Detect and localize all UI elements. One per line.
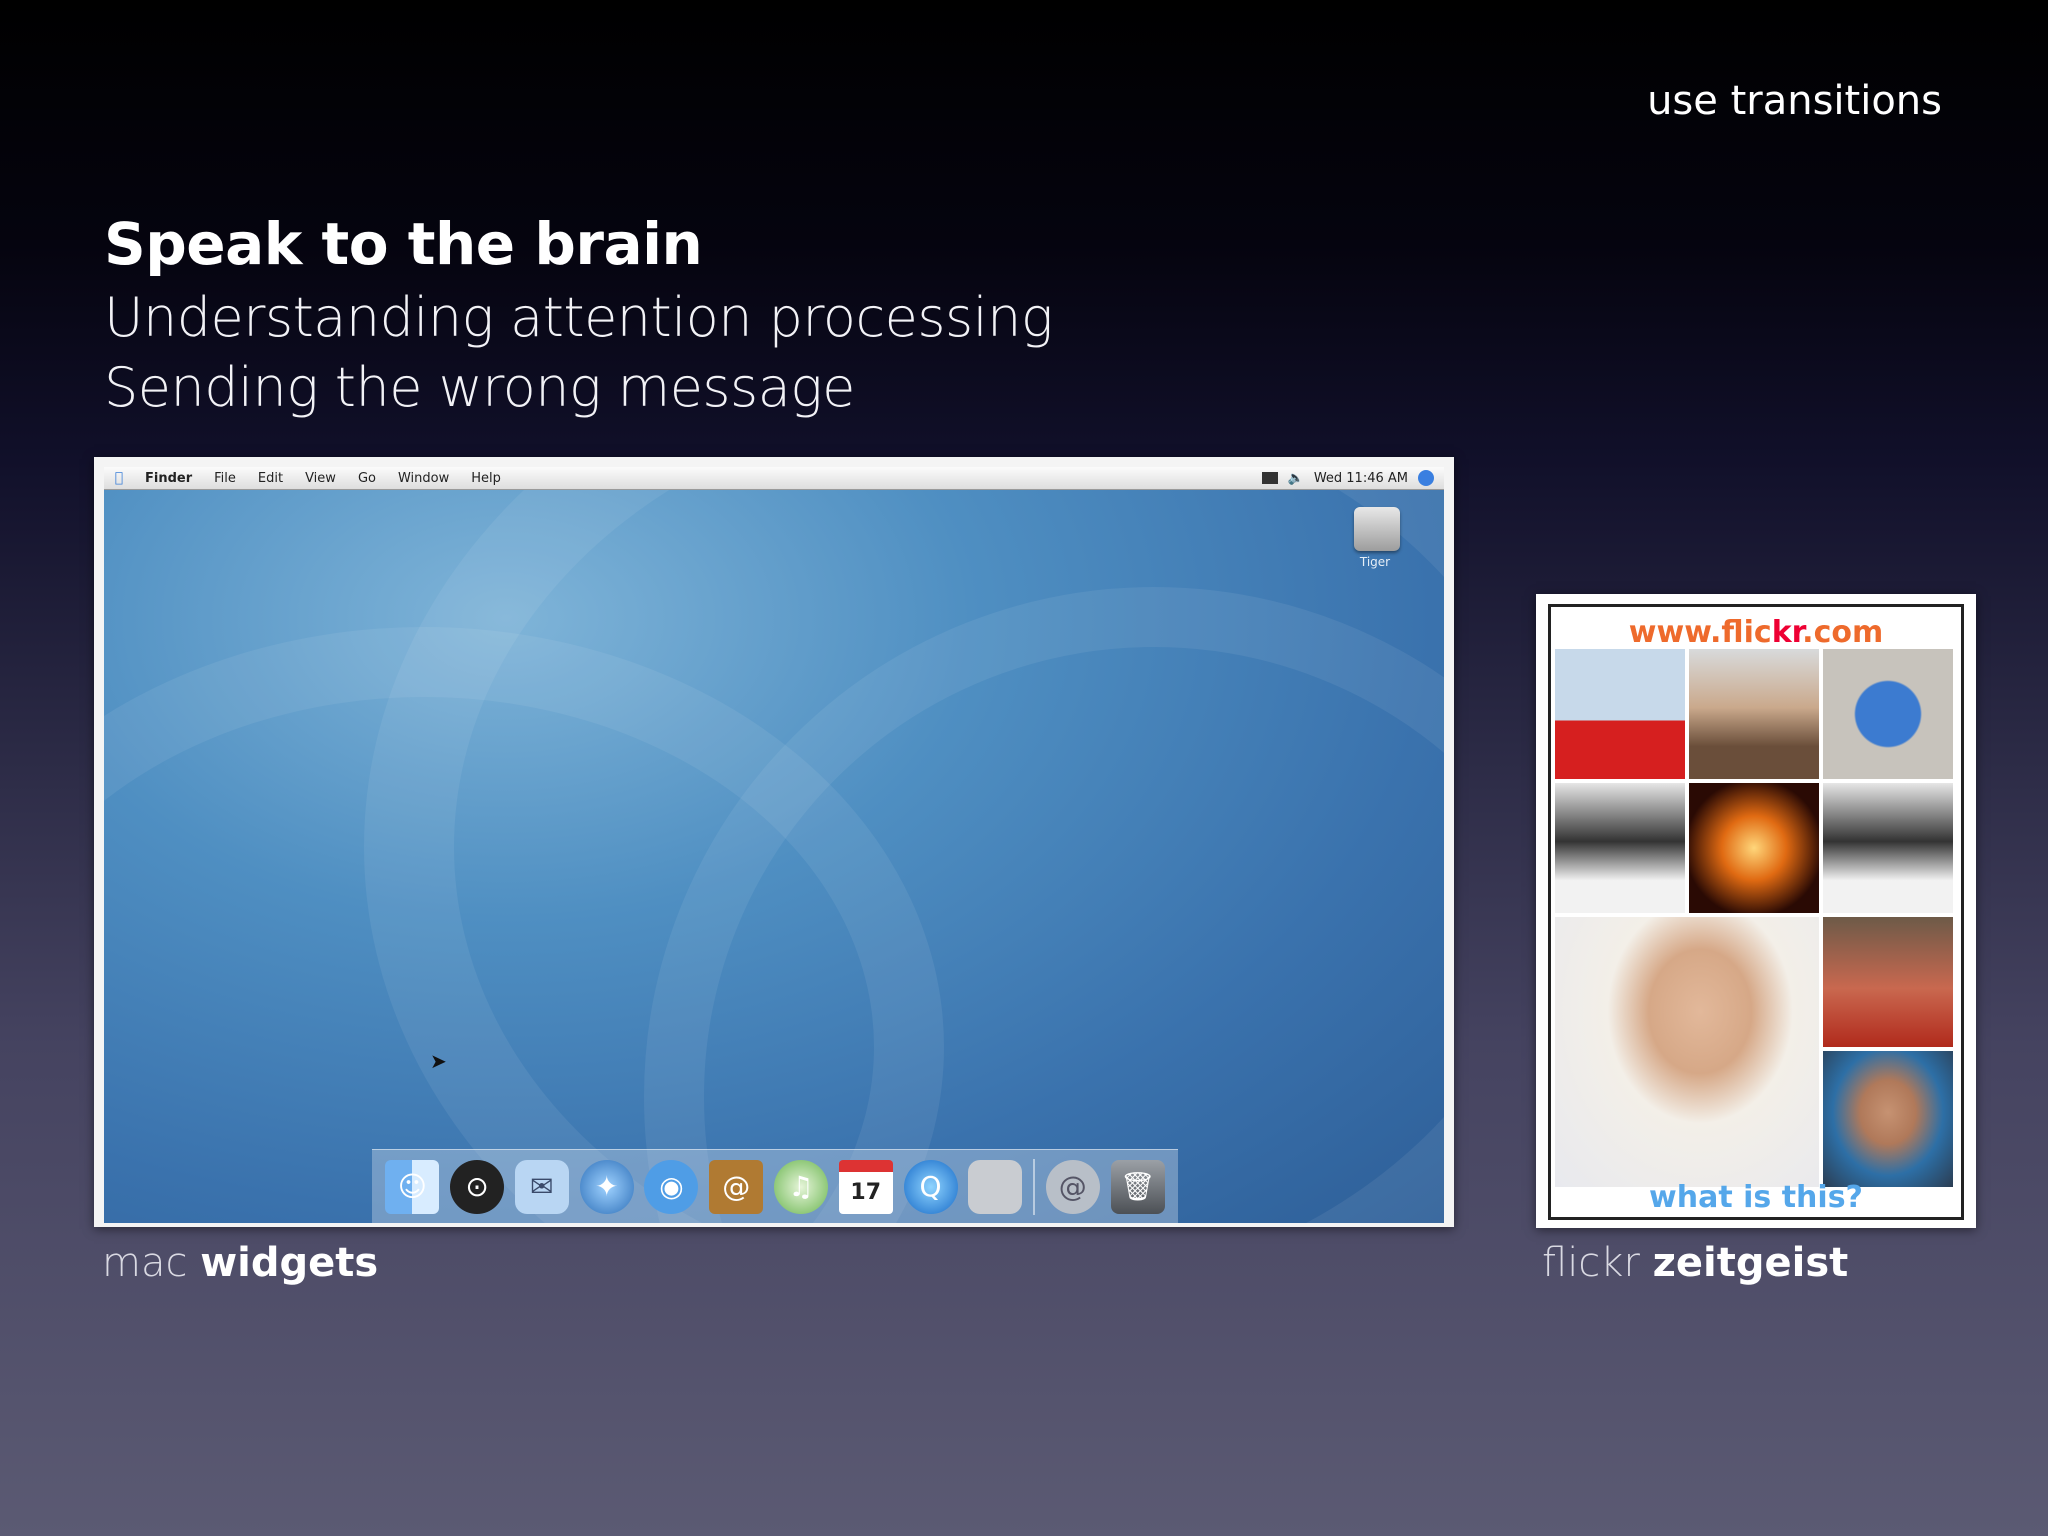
spotlight-icon[interactable] <box>1418 470 1434 486</box>
flickr-zeitgeist-panel: www.flickr.com what is this? <box>1536 594 1976 1228</box>
mail-icon[interactable]: ✉ <box>514 1159 569 1214</box>
flickr-url[interactable]: www.flickr.com <box>1551 615 1961 650</box>
photo-thumbnail[interactable] <box>1823 783 1953 913</box>
photo-thumbnail[interactable] <box>1823 649 1953 779</box>
dock: ☺ ⊙ ✉ ✦ ◉ @ ♫ 17 Q @ 🗑 <box>372 1149 1178 1223</box>
photo-thumbnail[interactable] <box>1823 917 1953 1047</box>
quicktime-icon[interactable]: Q <box>903 1159 958 1214</box>
menu-file[interactable]: File <box>214 471 236 486</box>
flickr-what-is-this-link[interactable]: what is this? <box>1551 1180 1961 1215</box>
photo-thumbnail[interactable] <box>1555 649 1685 779</box>
menu-clock[interactable]: Wed 11:46 AM <box>1314 471 1408 486</box>
ical-icon[interactable]: 17 <box>838 1159 893 1214</box>
menu-go[interactable]: Go <box>358 471 376 486</box>
menu-view[interactable]: View <box>305 471 336 486</box>
menu-bar:  Finder File Edit View Go Window Help 🔈… <box>104 467 1444 490</box>
caption-flickr-zeitgeist: flickr zeitgeist <box>1542 1240 1849 1286</box>
itunes-icon[interactable]: ♫ <box>773 1159 828 1214</box>
photo-thumbnail[interactable] <box>1689 649 1819 779</box>
menu-finder[interactable]: Finder <box>145 471 192 486</box>
mouse-cursor-icon: ➤ <box>430 1049 447 1073</box>
hard-drive-icon[interactable] <box>1354 507 1400 551</box>
menu-edit[interactable]: Edit <box>258 471 283 486</box>
photo-thumbnail[interactable] <box>1555 917 1819 1187</box>
apple-menu-icon[interactable]:  <box>104 470 134 486</box>
menu-window[interactable]: Window <box>398 471 449 486</box>
trash-icon[interactable]: 🗑 <box>1110 1159 1165 1214</box>
subtitle-line-1: Understanding attention processing <box>104 286 1053 349</box>
subtitle-line-2: Sending the wrong message <box>104 356 855 419</box>
slide-title: Speak to the brain <box>104 210 703 278</box>
mac-desktop:  Finder File Edit View Go Window Help 🔈… <box>104 467 1444 1223</box>
caption-mac-widgets: mac widgets <box>102 1240 379 1286</box>
hard-drive-label: Tiger <box>1359 555 1391 569</box>
volume-icon[interactable]: 🔈 <box>1288 471 1304 486</box>
mail-stamp-icon[interactable]: @ <box>1045 1159 1100 1214</box>
mac-desktop-screenshot:  Finder File Edit View Go Window Help 🔈… <box>94 457 1454 1227</box>
photo-thumbnail[interactable] <box>1689 783 1819 913</box>
system-preferences-icon[interactable] <box>968 1159 1023 1214</box>
ichat-icon[interactable]: ◉ <box>644 1159 699 1214</box>
photo-thumbnail[interactable] <box>1823 1051 1953 1187</box>
corner-label: use transitions <box>1647 78 1942 124</box>
display-icon[interactable] <box>1261 472 1278 484</box>
address-book-icon[interactable]: @ <box>709 1159 764 1214</box>
dashboard-icon[interactable]: ⊙ <box>450 1159 505 1214</box>
dock-separator <box>1033 1158 1036 1215</box>
safari-icon[interactable]: ✦ <box>579 1159 634 1214</box>
finder-icon[interactable]: ☺ <box>385 1159 440 1214</box>
photo-thumbnail[interactable] <box>1555 783 1685 913</box>
menu-help[interactable]: Help <box>471 471 501 486</box>
